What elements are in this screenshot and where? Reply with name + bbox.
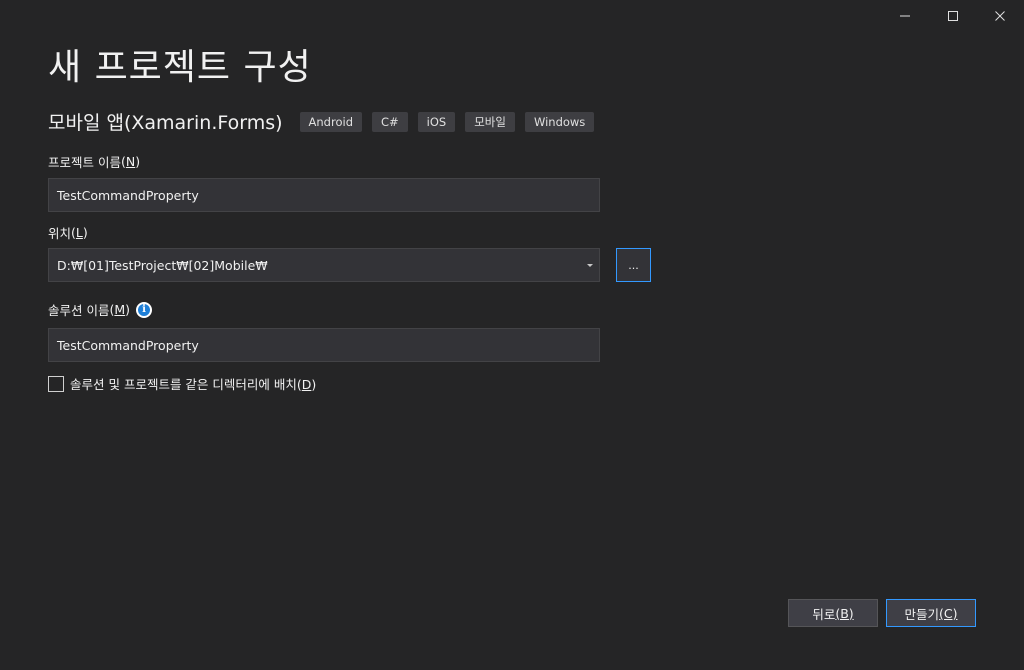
project-name-input[interactable]: TestCommandProperty [48,178,600,212]
location-label-text: 위치 [48,226,72,241]
mnemonic-key: N [125,154,136,169]
location-combobox[interactable]: D:₩[01]TestProject₩[02]Mobile₩ [48,248,600,282]
minimize-icon [900,15,910,17]
project-name-value: TestCommandProperty [57,187,199,203]
maximize-icon [948,11,958,21]
mnemonic-key: L [75,225,83,240]
solution-name-input[interactable]: TestCommandProperty [48,328,600,362]
minimize-button[interactable] [882,0,928,32]
back-button[interactable]: 뒤로 (B) [788,599,878,627]
info-glyph: i [138,303,151,316]
solution-name-label: 솔루션 이름(M) i [48,300,153,319]
page-title: 새 프로젝트 구성 [48,47,312,88]
same-directory-checkbox[interactable] [48,375,64,392]
tag-mobile: 모바일 [465,111,515,132]
solution-name-label-text: 솔루션 이름 [48,303,110,318]
same-directory-label-text: 솔루션 및 프로젝트를 같은 디렉터리에 배치 [70,377,297,392]
mnemonic-close: ) [135,154,141,169]
mnemonic-key: D [301,377,312,392]
same-directory-option[interactable]: 솔루션 및 프로젝트를 같은 디렉터리에 배치(D) [48,374,316,393]
maximize-button[interactable] [930,0,976,32]
tag-ios: iOS [417,111,456,132]
dropdown-arrow-icon[interactable] [587,264,593,267]
mnemonic-key: M [114,302,126,317]
create-button-mnemonic: (C) [939,605,958,621]
configure-project-window: 새 프로젝트 구성 모바일 앱(Xamarin.Forms) Android C… [0,0,1024,670]
project-name-label: 프로젝트 이름(N) [48,152,140,171]
mnemonic-close: ) [82,225,88,240]
close-icon [995,11,1005,21]
back-button-mnemonic: (B) [835,605,854,621]
info-icon[interactable]: i [136,301,153,318]
mnemonic-close: ) [311,377,317,392]
create-button-label: 만들기 [904,606,940,622]
create-button[interactable]: 만들기 (C) [886,599,976,627]
template-name: 모바일 앱(Xamarin.Forms) [48,112,283,134]
same-directory-label[interactable]: 솔루션 및 프로젝트를 같은 디렉터리에 배치(D) [70,374,316,393]
tag-csharp: C# [372,111,408,132]
tag-android: Android [299,111,362,132]
project-name-label-text: 프로젝트 이름 [48,155,121,170]
browse-button[interactable]: ... [616,248,651,282]
close-button[interactable] [977,0,1023,32]
mnemonic-close: ) [125,302,131,317]
location-value: D:₩[01]TestProject₩[02]Mobile₩ [57,257,268,273]
back-button-label: 뒤로 [812,606,836,622]
tag-windows: Windows [524,111,595,132]
solution-name-value: TestCommandProperty [57,337,199,353]
location-label: 위치(L) [48,223,88,242]
template-header: 모바일 앱(Xamarin.Forms) Android C# iOS 모바일 … [48,108,604,135]
browse-button-label: ... [628,258,639,272]
